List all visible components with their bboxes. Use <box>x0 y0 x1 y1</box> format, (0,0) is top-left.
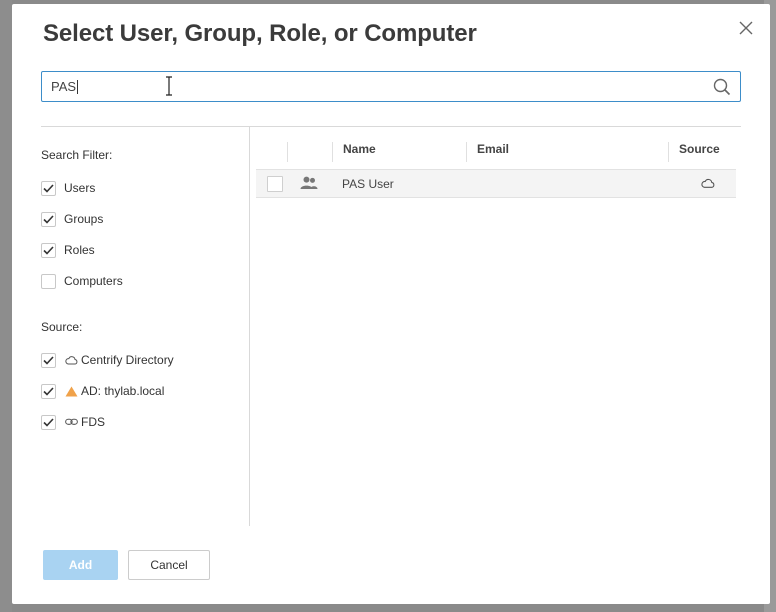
search-box[interactable] <box>41 71 741 102</box>
check-icon <box>43 355 54 365</box>
checkbox-ad-thylab[interactable] <box>41 383 56 399</box>
group-icon <box>300 176 318 189</box>
select-principal-dialog: Select User, Group, Role, or Computer Se… <box>12 4 770 604</box>
column-separator <box>332 142 333 162</box>
checkbox-fds[interactable] <box>41 414 56 430</box>
cloud-icon <box>701 178 715 188</box>
source-fds-label: FDS <box>81 415 105 429</box>
text-caret <box>77 80 78 94</box>
source-centrify-directory[interactable]: Centrify Directory <box>41 352 174 368</box>
close-button[interactable] <box>736 18 756 38</box>
filter-groups[interactable]: Groups <box>41 211 103 227</box>
search-icon[interactable] <box>713 78 731 96</box>
warning-triangle-icon <box>65 385 78 398</box>
search-input[interactable] <box>42 72 702 101</box>
close-icon <box>739 21 753 35</box>
checkbox-users[interactable] <box>41 180 56 196</box>
filter-users[interactable]: Users <box>41 180 95 196</box>
checkbox-groups[interactable] <box>41 211 56 227</box>
filter-panel: Search Filter: Users Groups Roles Comput… <box>41 127 250 526</box>
filter-groups-label: Groups <box>64 212 104 226</box>
row-checkbox[interactable] <box>267 176 283 192</box>
source-fds[interactable]: FDS <box>41 414 105 430</box>
column-email[interactable]: Email <box>477 142 509 156</box>
grid-header: Name Email Source <box>256 132 736 168</box>
source-ad-thylab-label: AD: thylab.local <box>81 384 165 398</box>
check-icon <box>43 214 54 224</box>
check-icon <box>43 417 54 427</box>
filter-users-label: Users <box>64 181 96 195</box>
modal-backdrop-left <box>0 0 12 612</box>
column-source[interactable]: Source <box>679 142 720 156</box>
column-separator <box>466 142 467 162</box>
check-icon <box>43 183 54 193</box>
filter-computers[interactable]: Computers <box>41 273 123 289</box>
filter-computers-label: Computers <box>64 274 123 288</box>
check-icon <box>43 386 54 396</box>
source-centrify-directory-label: Centrify Directory <box>81 353 174 367</box>
checkbox-computers[interactable] <box>41 273 56 289</box>
column-separator <box>668 142 669 162</box>
source-ad-thylab[interactable]: AD: thylab.local <box>41 383 164 399</box>
ibeam-cursor-icon <box>166 76 172 96</box>
checkbox-centrify-directory[interactable] <box>41 352 56 368</box>
add-button[interactable]: Add <box>43 550 118 580</box>
source-label: Source: <box>41 320 83 334</box>
check-icon <box>43 245 54 255</box>
search-filter-label: Search Filter: <box>41 148 113 162</box>
filter-roles-label: Roles <box>64 243 95 257</box>
table-row[interactable]: PAS User <box>256 169 736 198</box>
dialog-title: Select User, Group, Role, or Computer <box>43 20 477 47</box>
cancel-button[interactable]: Cancel <box>128 550 210 580</box>
column-separator <box>287 142 288 162</box>
cloud-icon <box>65 354 78 367</box>
checkbox-roles[interactable] <box>41 242 56 258</box>
link-icon <box>65 416 78 429</box>
column-name[interactable]: Name <box>343 142 376 156</box>
filter-roles[interactable]: Roles <box>41 242 95 258</box>
results-grid: Name Email Source PAS User <box>256 132 736 202</box>
row-name: PAS User <box>342 177 394 191</box>
